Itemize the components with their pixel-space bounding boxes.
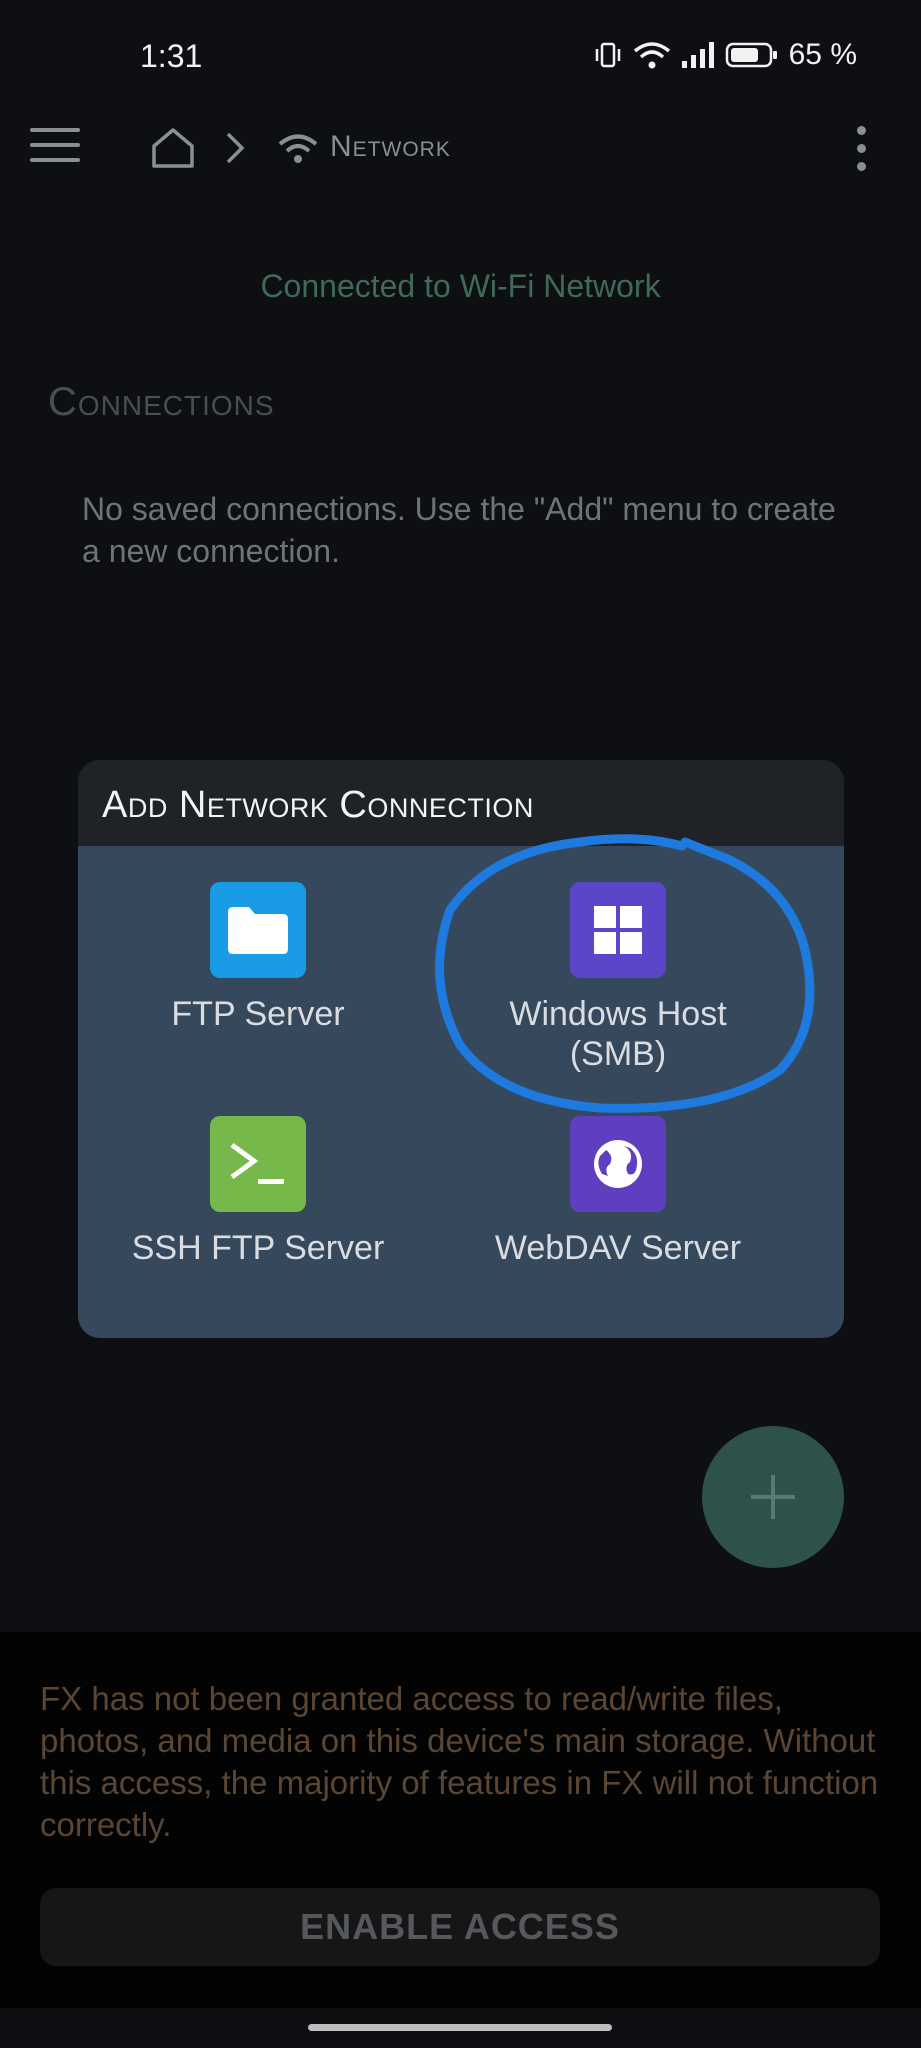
chevron-right-icon [222,130,248,171]
section-title: Connections [48,380,275,424]
permission-message: FX has not been granted access to read/w… [40,1680,879,1843]
vibrate-icon [595,42,620,68]
option-label: WebDAV Server [494,1229,742,1267]
battery-percent: 65 % [788,38,857,71]
folder-icon [210,882,306,978]
empty-message: No saved connections. Use the "Add" menu… [82,491,836,569]
gesture-nav-bar[interactable] [308,2024,612,2031]
wifi-icon [633,42,670,69]
wifi-icon[interactable] [278,132,318,169]
hamburger-menu-icon[interactable] [30,128,80,168]
terminal-icon [210,1116,306,1212]
signal-icon [681,42,714,68]
globe-icon [570,1116,666,1212]
dialog-title: Add Network Connection [102,784,534,826]
option-webdav-server[interactable]: WebDAV Server [438,1116,798,1268]
add-connection-fab[interactable] [702,1426,844,1568]
option-label: SSH FTP Server [131,1229,385,1267]
highlight-circle [435,834,815,1113]
option-ftp-server[interactable]: FTP Server [78,882,438,1034]
home-icon[interactable] [150,126,196,175]
status-time: 1:31 [140,38,203,74]
option-ssh-ftp-server[interactable]: SSH FTP Server [78,1116,438,1268]
battery-icon [725,42,777,68]
more-vert-icon[interactable] [855,126,867,174]
status-icons: 65 % [593,38,857,72]
plus-icon [751,1475,795,1519]
breadcrumb-network[interactable]: Network [330,130,451,164]
connection-status: Connected to Wi-Fi Network [260,268,661,304]
enable-access-button[interactable]: ENABLE ACCESS [40,1888,880,1966]
option-label: FTP Server [171,995,345,1033]
